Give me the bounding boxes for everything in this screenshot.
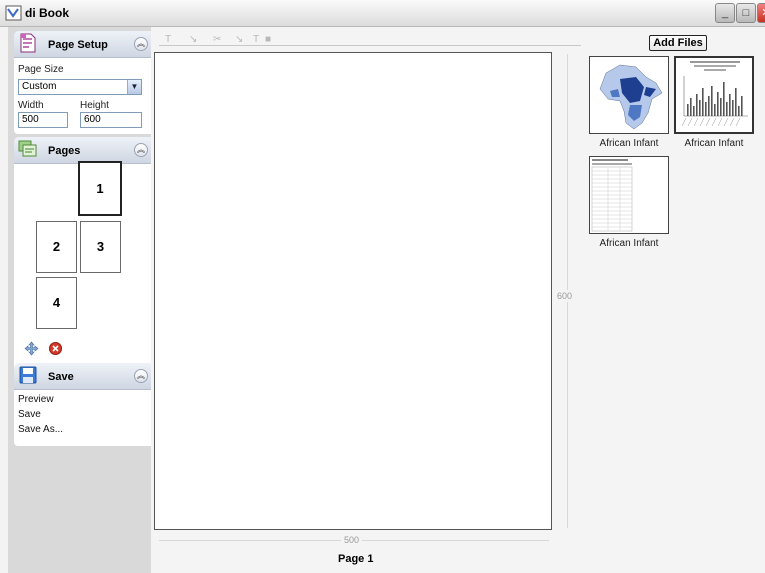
file-thumb-table[interactable] [589, 156, 669, 234]
app-icon [5, 5, 22, 21]
toolbar: T ↘ ✂ ↘ T ■ [159, 34, 581, 46]
floppy-disk-icon [19, 366, 37, 384]
table-image [591, 159, 633, 232]
save-header[interactable]: Save ︽ [14, 363, 154, 390]
chevron-double-up-icon[interactable]: ︽ [134, 143, 148, 157]
save-as-link[interactable]: Save As... [18, 424, 63, 435]
page-label: Page 1 [338, 553, 374, 565]
pages-icon [18, 140, 37, 157]
page-setup-title: Page Setup [48, 39, 108, 51]
africa-map-image [599, 64, 663, 130]
page-thumb-3[interactable]: 3 [80, 221, 121, 273]
height-field[interactable]: 600 [80, 112, 142, 128]
page-thumb-1[interactable]: 1 [78, 161, 122, 216]
file-label-1: African Infant [599, 138, 659, 149]
canvas-area: T ↘ ✂ ↘ T ■ 600 500 Page 1 [151, 27, 585, 573]
file-thumb-map[interactable] [589, 56, 669, 134]
page-size-select[interactable]: Custom ▼ [18, 79, 142, 95]
close-button[interactable]: ✕ [757, 3, 765, 23]
font-tool-icon[interactable]: T [253, 34, 259, 45]
width-ruler-label: 500 [341, 535, 363, 545]
line-tool-icon[interactable]: ↘ [235, 34, 243, 45]
save-section: Save ︽ Preview Save Save As... [14, 363, 154, 446]
title-bar: di Book _ □ ✕ [0, 0, 765, 27]
page-thumb-2[interactable]: 2 [36, 221, 77, 273]
text-tool-icon[interactable]: T [165, 34, 171, 45]
chevron-down-icon[interactable]: ▼ [127, 80, 141, 94]
pages-section: Pages ︽ 1 2 3 4 [14, 137, 154, 387]
minimize-button[interactable]: _ [715, 3, 735, 23]
delete-icon[interactable] [48, 341, 63, 356]
chevron-double-up-icon[interactable]: ︽ [134, 369, 148, 383]
width-label: Width [18, 100, 44, 111]
page-setup-header[interactable]: Page Setup ︽ [14, 31, 154, 58]
maximize-button[interactable]: □ [736, 3, 756, 23]
page-thumb-4[interactable]: 4 [36, 277, 77, 329]
file-thumb-chart[interactable] [674, 56, 754, 134]
files-panel: Add Files African Infant African Infant … [585, 27, 765, 573]
height-label: Height [80, 100, 109, 111]
page-canvas[interactable] [154, 52, 552, 530]
arrow-tool-icon[interactable]: ↘ [189, 34, 197, 45]
chevron-double-up-icon[interactable]: ︽ [134, 37, 148, 51]
window-title: di Book [25, 6, 69, 20]
cut-tool-icon[interactable]: ✂ [213, 34, 221, 45]
add-files-button[interactable]: Add Files [649, 35, 707, 51]
pages-header[interactable]: Pages ︽ [14, 137, 154, 164]
width-field[interactable]: 500 [18, 112, 68, 128]
file-label-2: African Infant [684, 138, 744, 149]
preview-link[interactable]: Preview [18, 394, 54, 405]
page-setup-icon [20, 33, 36, 53]
move-icon[interactable] [24, 341, 39, 356]
pages-title: Pages [48, 145, 81, 157]
page-setup-section: Page Setup ︽ Page Size Custom ▼ Width He… [14, 31, 154, 134]
save-link[interactable]: Save [18, 409, 41, 420]
left-panel: Page Setup ︽ Page Size Custom ▼ Width He… [8, 27, 154, 573]
save-title: Save [48, 371, 74, 383]
page-size-value: Custom [22, 81, 57, 92]
image-tool-icon[interactable]: ■ [265, 34, 271, 45]
bar-chart-image [681, 61, 748, 127]
height-ruler-label: 600 [555, 290, 575, 302]
file-label-3: African Infant [599, 238, 659, 249]
page-size-label: Page Size [18, 64, 64, 75]
